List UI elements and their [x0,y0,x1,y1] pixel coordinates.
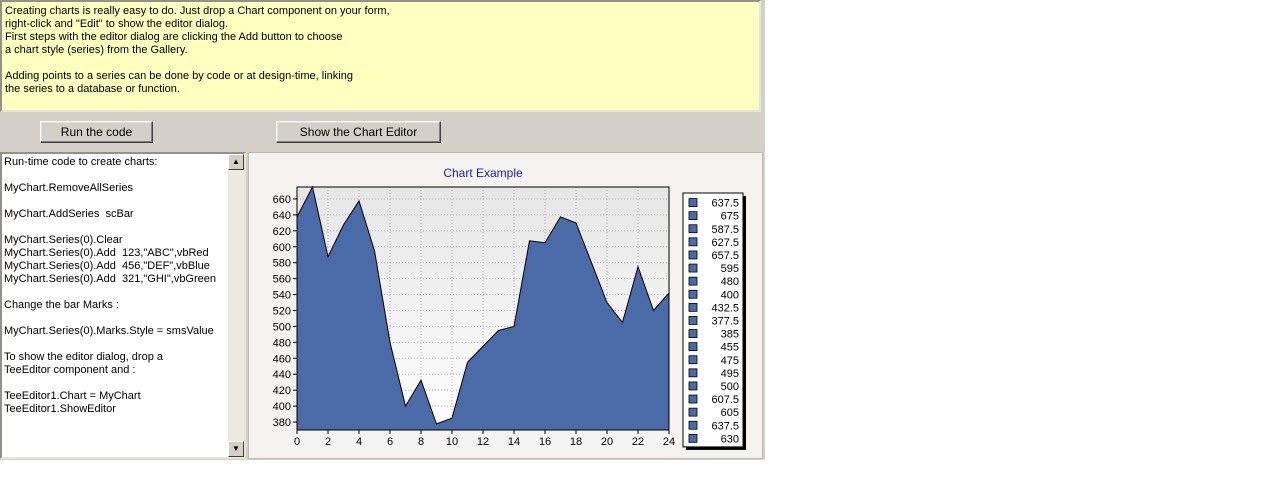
y-tick-label: 380 [273,417,291,429]
legend-swatch [688,420,698,430]
legend-swatch [688,407,698,417]
x-tick-label: 8 [418,436,424,448]
y-tick-label: 480 [273,337,291,349]
code-scrollbar[interactable]: ▲ ▼ [228,154,244,457]
x-tick-label: 14 [508,436,520,448]
x-tick-label: 4 [356,436,362,448]
chart-panel: Chart Example 0 2 4 6 8 10 12 14 16 18 20 22 24 380 400… [248,152,763,459]
legend-label: 432.5 [711,302,739,314]
show-chart-editor-button[interactable]: Show the Chart Editor [276,121,441,143]
legend-swatch [688,289,698,299]
legend-swatch [688,198,698,207]
y-tick-label: 420 [273,385,291,397]
run-code-button[interactable]: Run the code [40,121,153,143]
y-tick-label: 580 [273,258,291,270]
legend-swatch [688,316,698,325]
legend-label: 675 [721,211,739,223]
x-tick-label: 2 [325,436,331,448]
legend-label: 385 [721,329,739,341]
legend-swatch [688,342,698,352]
legend-label: 587.5 [711,224,739,236]
scroll-down-icon[interactable]: ▼ [228,441,244,457]
y-tick-label: 620 [273,226,291,238]
y-tick-label: 640 [273,210,291,222]
intro-text: Creating charts is really easy to do. Ju… [0,0,761,112]
y-tick-label: 500 [273,321,291,333]
legend-label: 480 [721,276,739,288]
legend-label: 500 [721,381,739,393]
y-tick-label: 440 [273,369,291,381]
legend-swatch [688,263,698,273]
legend-swatch [688,381,698,391]
legend-label: 657.5 [711,250,739,262]
y-tick-label: 400 [273,401,291,413]
legend-swatch [688,237,698,247]
y-tick-label: 520 [273,305,291,317]
x-tick-label: 10 [446,436,458,448]
x-tick-label: 20 [601,436,613,448]
legend-swatch [688,224,698,234]
x-tick-label: 16 [539,436,551,448]
y-tick-label: 560 [273,274,291,286]
legend-label: 605 [721,407,739,419]
legend-label: 595 [721,263,739,275]
legend-swatch [688,368,698,378]
legend-label: 637.5 [711,198,739,210]
legend-swatch [688,329,698,338]
legend-swatch [688,211,698,221]
legend-swatch [688,276,698,286]
scroll-up-icon[interactable]: ▲ [228,154,244,170]
legend-label: 630 [721,433,739,445]
legend-swatch [688,433,698,443]
legend-swatch [688,394,698,404]
demo-form: Creating charts is really easy to do. Ju… [0,0,765,460]
legend-swatch [688,302,698,312]
x-tick-label: 0 [294,436,300,448]
legend-label: 455 [721,342,739,354]
legend-swatch [688,355,698,365]
y-tick-label: 600 [273,242,291,254]
x-tick-label: 22 [632,436,644,448]
chart: Chart Example0 2 4 6 8 10 12 14 16 18 20 22 24380400… [273,166,746,450]
x-tick-label: 18 [570,436,582,448]
x-tick-label: 24 [663,436,675,448]
x-tick-label: 6 [387,436,393,448]
legend-label: 627.5 [711,237,739,249]
y-tick-label: 540 [273,290,291,302]
legend-label: 637.5 [711,420,739,432]
y-tick-label: 660 [273,194,291,206]
legend-label: 475 [721,355,739,367]
legend-label: 607.5 [711,394,739,406]
chart-title: Chart Example [443,166,523,180]
code-text: Run-time code to create charts: MyChart.… [4,156,217,415]
x-tick-label: 12 [477,436,489,448]
legend-label: 495 [721,368,739,380]
legend-swatch [688,250,698,260]
legend-label: 377.5 [711,315,739,327]
legend-label: 400 [721,289,739,301]
code-panel[interactable]: Run-time code to create charts: MyChart.… [0,152,246,459]
y-tick-label: 460 [273,353,291,365]
